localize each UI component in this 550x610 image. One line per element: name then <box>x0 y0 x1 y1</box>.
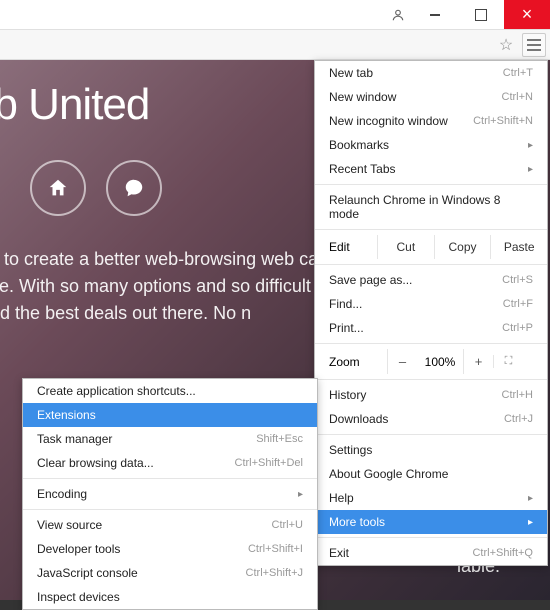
chrome-main-menu: New tabCtrl+TNew windowCtrl+NNew incogni… <box>314 60 548 566</box>
chevron-right-icon: ▸ <box>528 493 533 504</box>
submenu-view-source[interactable]: View sourceCtrl+U <box>23 513 317 537</box>
menu-zoom-row: Zoom – 100% + ⛶ <box>315 347 547 376</box>
menu-separator <box>315 264 547 265</box>
cut-button[interactable]: Cut <box>377 235 434 259</box>
home-icon[interactable] <box>30 160 86 216</box>
menu-separator <box>315 379 547 380</box>
menu-history[interactable]: HistoryCtrl+H <box>315 383 547 407</box>
menu-separator <box>23 509 317 510</box>
menu-separator <box>315 434 547 435</box>
more-tools-submenu: Create application shortcuts...Extension… <box>22 378 318 610</box>
menu-separator <box>23 478 317 479</box>
menu-find-[interactable]: Find...Ctrl+F <box>315 292 547 316</box>
zoom-value: 100% <box>417 355 463 369</box>
chrome-menu-button[interactable] <box>522 33 546 57</box>
bookmark-star-icon[interactable]: ☆ <box>494 33 518 57</box>
zoom-out-button[interactable]: – <box>387 349 417 374</box>
submenu-encoding[interactable]: Encoding ▸ <box>23 482 317 506</box>
menu-new-window[interactable]: New windowCtrl+N <box>315 85 547 109</box>
submenu-developer-tools[interactable]: Developer toolsCtrl+Shift+I <box>23 537 317 561</box>
window-titlebar: × <box>0 0 550 30</box>
minimize-button[interactable] <box>412 0 458 29</box>
menu-recent-tabs[interactable]: Recent Tabs▸ <box>315 157 547 181</box>
menu-print-[interactable]: Print...Ctrl+P <box>315 316 547 340</box>
submenu-javascript-console[interactable]: JavaScript consoleCtrl+Shift+J <box>23 561 317 585</box>
chat-icon[interactable] <box>106 160 162 216</box>
chevron-right-icon: ▸ <box>528 517 533 528</box>
menu-about-google-chrome[interactable]: About Google Chrome <box>315 462 547 486</box>
menu-separator <box>315 229 547 230</box>
copy-button[interactable]: Copy <box>434 235 491 259</box>
edit-label: Edit <box>329 240 377 254</box>
menu-bookmarks[interactable]: Bookmarks▸ <box>315 133 547 157</box>
menu-settings[interactable]: Settings <box>315 438 547 462</box>
menu-downloads[interactable]: DownloadsCtrl+J <box>315 407 547 431</box>
chevron-right-icon: ▸ <box>298 489 303 500</box>
user-icon[interactable] <box>384 0 412 29</box>
chevron-right-icon: ▸ <box>528 140 533 151</box>
submenu-task-manager[interactable]: Task managerShift+Esc <box>23 427 317 451</box>
menu-new-incognito-window[interactable]: New incognito windowCtrl+Shift+N <box>315 109 547 133</box>
maximize-button[interactable] <box>458 0 504 29</box>
close-button[interactable]: × <box>504 0 550 29</box>
chevron-right-icon: ▸ <box>528 164 533 175</box>
menu-new-tab[interactable]: New tabCtrl+T <box>315 61 547 85</box>
menu-exit[interactable]: Exit Ctrl+Shift+Q <box>315 541 547 565</box>
menu-save-page-as-[interactable]: Save page as...Ctrl+S <box>315 268 547 292</box>
browser-toolbar: ☆ <box>0 30 550 60</box>
zoom-label: Zoom <box>329 355 387 369</box>
paste-button[interactable]: Paste <box>490 235 547 259</box>
menu-help[interactable]: Help▸ <box>315 486 547 510</box>
zoom-in-button[interactable]: + <box>463 349 493 374</box>
hamburger-icon <box>527 39 541 51</box>
submenu-inspect-devices[interactable]: Inspect devices <box>23 585 317 609</box>
submenu-clear-browsing-data-[interactable]: Clear browsing data...Ctrl+Shift+Del <box>23 451 317 475</box>
fullscreen-icon[interactable]: ⛶ <box>493 355 523 368</box>
menu-edit-row: Edit Cut Copy Paste <box>315 233 547 261</box>
menu-separator <box>315 184 547 185</box>
menu-separator <box>315 343 547 344</box>
menu-relaunch[interactable]: Relaunch Chrome in Windows 8 mode <box>315 188 547 226</box>
menu-separator <box>315 537 547 538</box>
menu-more-tools[interactable]: More tools▸ <box>315 510 547 534</box>
submenu-extensions[interactable]: Extensions <box>23 403 317 427</box>
submenu-create-application-shortcuts-[interactable]: Create application shortcuts... <box>23 379 317 403</box>
